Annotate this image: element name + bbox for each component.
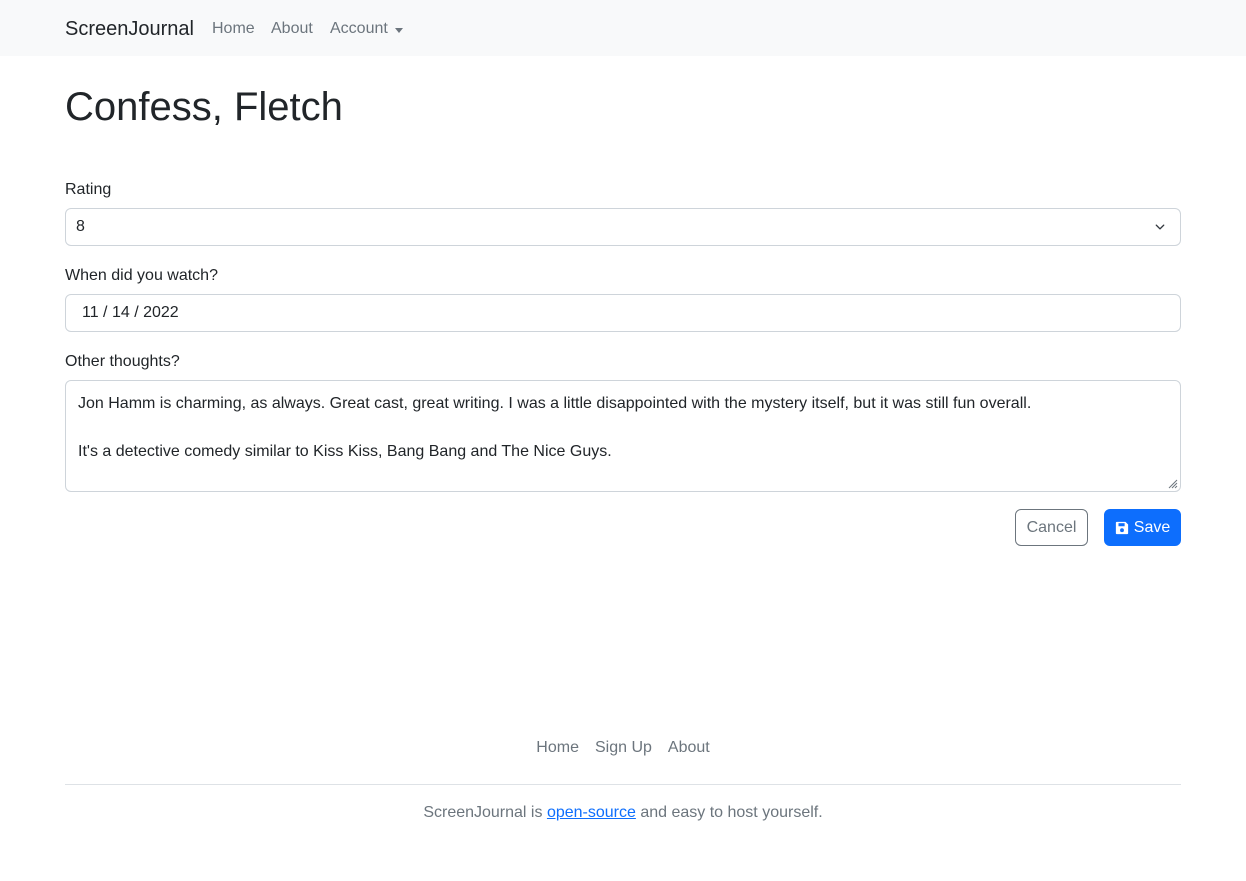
rating-value: 8	[76, 218, 85, 235]
nav-account-dropdown[interactable]: Account	[330, 19, 403, 39]
nav-home-link[interactable]: Home	[212, 19, 255, 39]
footer-signup-link[interactable]: Sign Up	[587, 738, 660, 758]
brand-link[interactable]: ScreenJournal	[65, 17, 194, 41]
rating-select[interactable]: 8	[65, 208, 1181, 246]
resize-grip-icon[interactable]	[1166, 477, 1178, 489]
chevron-down-icon	[1155, 224, 1165, 230]
save-label: Save	[1133, 518, 1171, 536]
nav-account-label: Account	[330, 20, 388, 37]
thoughts-line-1: Jon Hamm is charming, as always. Great c…	[78, 395, 1032, 412]
footer-divider	[65, 784, 1181, 785]
open-source-link[interactable]: open-source	[547, 804, 636, 821]
nav-about-link[interactable]: About	[271, 19, 313, 39]
watch-date-label: When did you watch?	[65, 267, 218, 284]
navbar: ScreenJournal Home About Account	[0, 0, 1246, 56]
watch-date-value: 11 / 14 / 2022	[82, 304, 179, 321]
footer-tagline: ScreenJournal is open-source and easy to…	[0, 803, 1246, 823]
page-title: Confess, Fletch	[65, 85, 343, 129]
footer-text-prefix: ScreenJournal is	[423, 804, 547, 821]
watch-date-input[interactable]: 11 / 14 / 2022	[65, 294, 1181, 332]
floppy-disk-icon	[1115, 521, 1128, 534]
caret-down-icon	[394, 27, 403, 33]
thoughts-label: Other thoughts?	[65, 353, 180, 370]
thoughts-line-2: It's a detective comedy similar to Kiss …	[78, 443, 612, 460]
thoughts-blank-line	[78, 416, 1168, 440]
rating-label: Rating	[65, 181, 112, 198]
thoughts-textarea[interactable]: Jon Hamm is charming, as always. Great c…	[65, 380, 1181, 492]
cancel-button[interactable]: Cancel	[1015, 509, 1088, 546]
footer-about-link[interactable]: About	[660, 738, 718, 758]
footer-nav: Home Sign Up About	[0, 738, 1246, 758]
footer-home-link[interactable]: Home	[528, 738, 587, 758]
save-button[interactable]: Save	[1104, 509, 1181, 546]
footer-text-suffix: and easy to host yourself.	[635, 804, 823, 821]
